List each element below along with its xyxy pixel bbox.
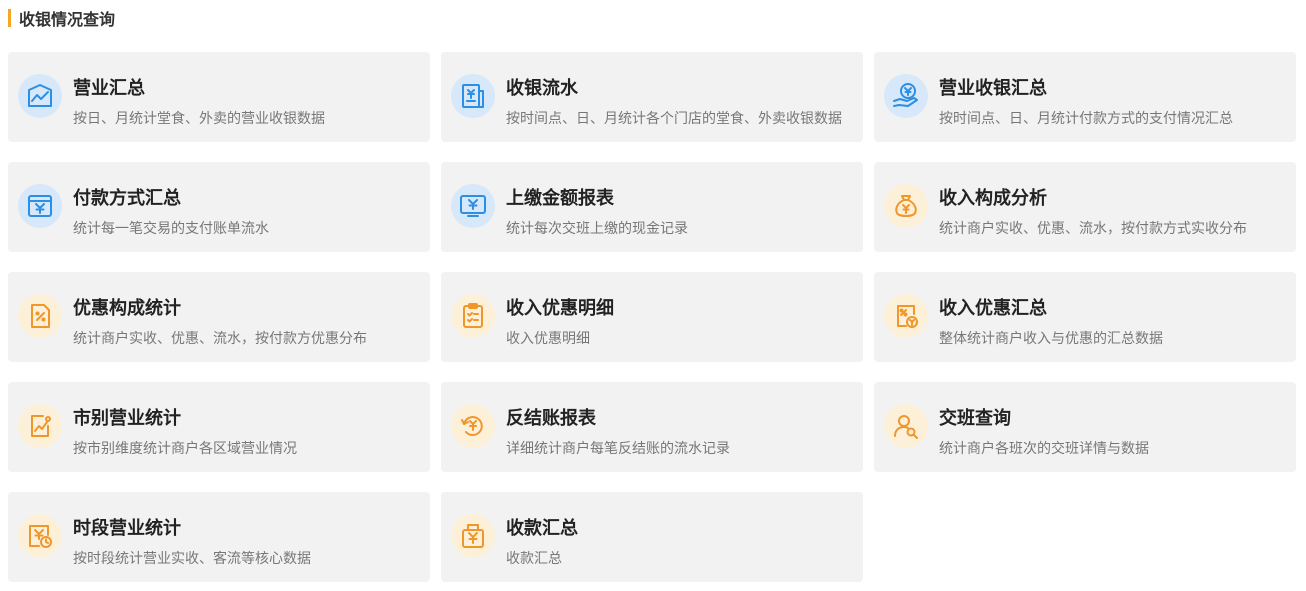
card-title: 上缴金额报表 (506, 188, 614, 209)
card-description: 统计商户各班次的交班详情与数据 (939, 441, 1149, 457)
card-description: 统计商户实收、优惠、流水，按付款方式实收分布 (939, 221, 1247, 237)
money-bag-icon (884, 184, 928, 228)
card-collection-summary[interactable]: 收款汇总 收款汇总 (441, 492, 863, 582)
card-title: 优惠构成统计 (73, 298, 181, 319)
card-description: 详细统计商户每笔反结账的流水记录 (506, 441, 730, 457)
card-income-discount-summary[interactable]: 收入优惠汇总 整体统计商户收入与优惠的汇总数据 (874, 272, 1296, 362)
card-title: 交班查询 (939, 408, 1011, 429)
report-card-grid: 营业汇总 按日、月统计堂食、外卖的营业收银数据 收银流水 按时间点、日、月统计各… (8, 52, 1296, 582)
card-description: 按时段统计营业实收、客流等核心数据 (73, 551, 311, 567)
payment-window-icon (18, 184, 62, 228)
card-business-cashier-summary[interactable]: 营业收银汇总 按时间点、日、月统计付款方式的支付情况汇总 (874, 52, 1296, 142)
register-yen-icon (451, 514, 495, 558)
card-title: 收入优惠明细 (506, 298, 614, 319)
section-header: 收银情况查询 (8, 8, 116, 29)
clipboard-list-icon (451, 294, 495, 338)
card-title: 营业汇总 (73, 78, 145, 99)
card-title: 营业收银汇总 (939, 78, 1047, 99)
chart-icon (18, 74, 62, 118)
card-title: 市别营业统计 (73, 408, 181, 429)
card-description: 整体统计商户收入与优惠的汇总数据 (939, 331, 1163, 347)
card-description: 统计商户实收、优惠、流水，按付款方优惠分布 (73, 331, 367, 347)
card-cashier-flow[interactable]: 收银流水 按时间点、日、月统计各个门店的堂食、外卖收银数据 (441, 52, 863, 142)
card-title: 收款汇总 (506, 518, 578, 539)
receipt-icon (451, 74, 495, 118)
card-title: 收入优惠汇总 (939, 298, 1047, 319)
card-title: 收入构成分析 (939, 188, 1047, 209)
trend-doc-icon (18, 404, 62, 448)
card-description: 收入优惠明细 (506, 331, 590, 347)
card-description: 按时间点、日、月统计付款方式的支付情况汇总 (939, 111, 1233, 127)
card-shift-query[interactable]: 交班查询 统计商户各班次的交班详情与数据 (874, 382, 1296, 472)
card-title: 时段营业统计 (73, 518, 181, 539)
card-title: 收银流水 (506, 78, 578, 99)
monitor-yen-icon (451, 184, 495, 228)
card-period-business-stats[interactable]: 时段营业统计 按时段统计营业实收、客流等核心数据 (8, 492, 430, 582)
card-description: 统计每一笔交易的支付账单流水 (73, 221, 269, 237)
card-description: 按日、月统计堂食、外卖的营业收银数据 (73, 111, 325, 127)
refresh-yen-icon (451, 404, 495, 448)
discount-coin-icon (884, 294, 928, 338)
card-discount-composition[interactable]: 优惠构成统计 统计商户实收、优惠、流水，按付款方优惠分布 (8, 272, 430, 362)
card-district-business-stats[interactable]: 市别营业统计 按市别维度统计商户各区域营业情况 (8, 382, 430, 472)
section-title: 收银情况查询 (19, 10, 116, 29)
clock-yen-icon (18, 514, 62, 558)
card-payment-method-summary[interactable]: 付款方式汇总 统计每一笔交易的支付账单流水 (8, 162, 430, 252)
card-description: 收款汇总 (506, 551, 562, 567)
card-title: 反结账报表 (506, 408, 596, 429)
discount-doc-icon (18, 294, 62, 338)
card-title: 付款方式汇总 (73, 188, 181, 209)
user-search-icon (884, 404, 928, 448)
card-business-summary[interactable]: 营业汇总 按日、月统计堂食、外卖的营业收银数据 (8, 52, 430, 142)
card-description: 按市别维度统计商户各区域营业情况 (73, 441, 297, 457)
card-income-composition[interactable]: 收入构成分析 统计商户实收、优惠、流水，按付款方式实收分布 (874, 162, 1296, 252)
card-reverse-checkout-report[interactable]: 反结账报表 详细统计商户每笔反结账的流水记录 (441, 382, 863, 472)
card-description: 统计每次交班上缴的现金记录 (506, 221, 688, 237)
card-handover-amount-report[interactable]: 上缴金额报表 统计每次交班上缴的现金记录 (441, 162, 863, 252)
card-description: 按时间点、日、月统计各个门店的堂食、外卖收银数据 (506, 111, 842, 127)
card-income-discount-detail[interactable]: 收入优惠明细 收入优惠明细 (441, 272, 863, 362)
accent-bar (8, 9, 11, 27)
hand-coin-icon (884, 74, 928, 118)
